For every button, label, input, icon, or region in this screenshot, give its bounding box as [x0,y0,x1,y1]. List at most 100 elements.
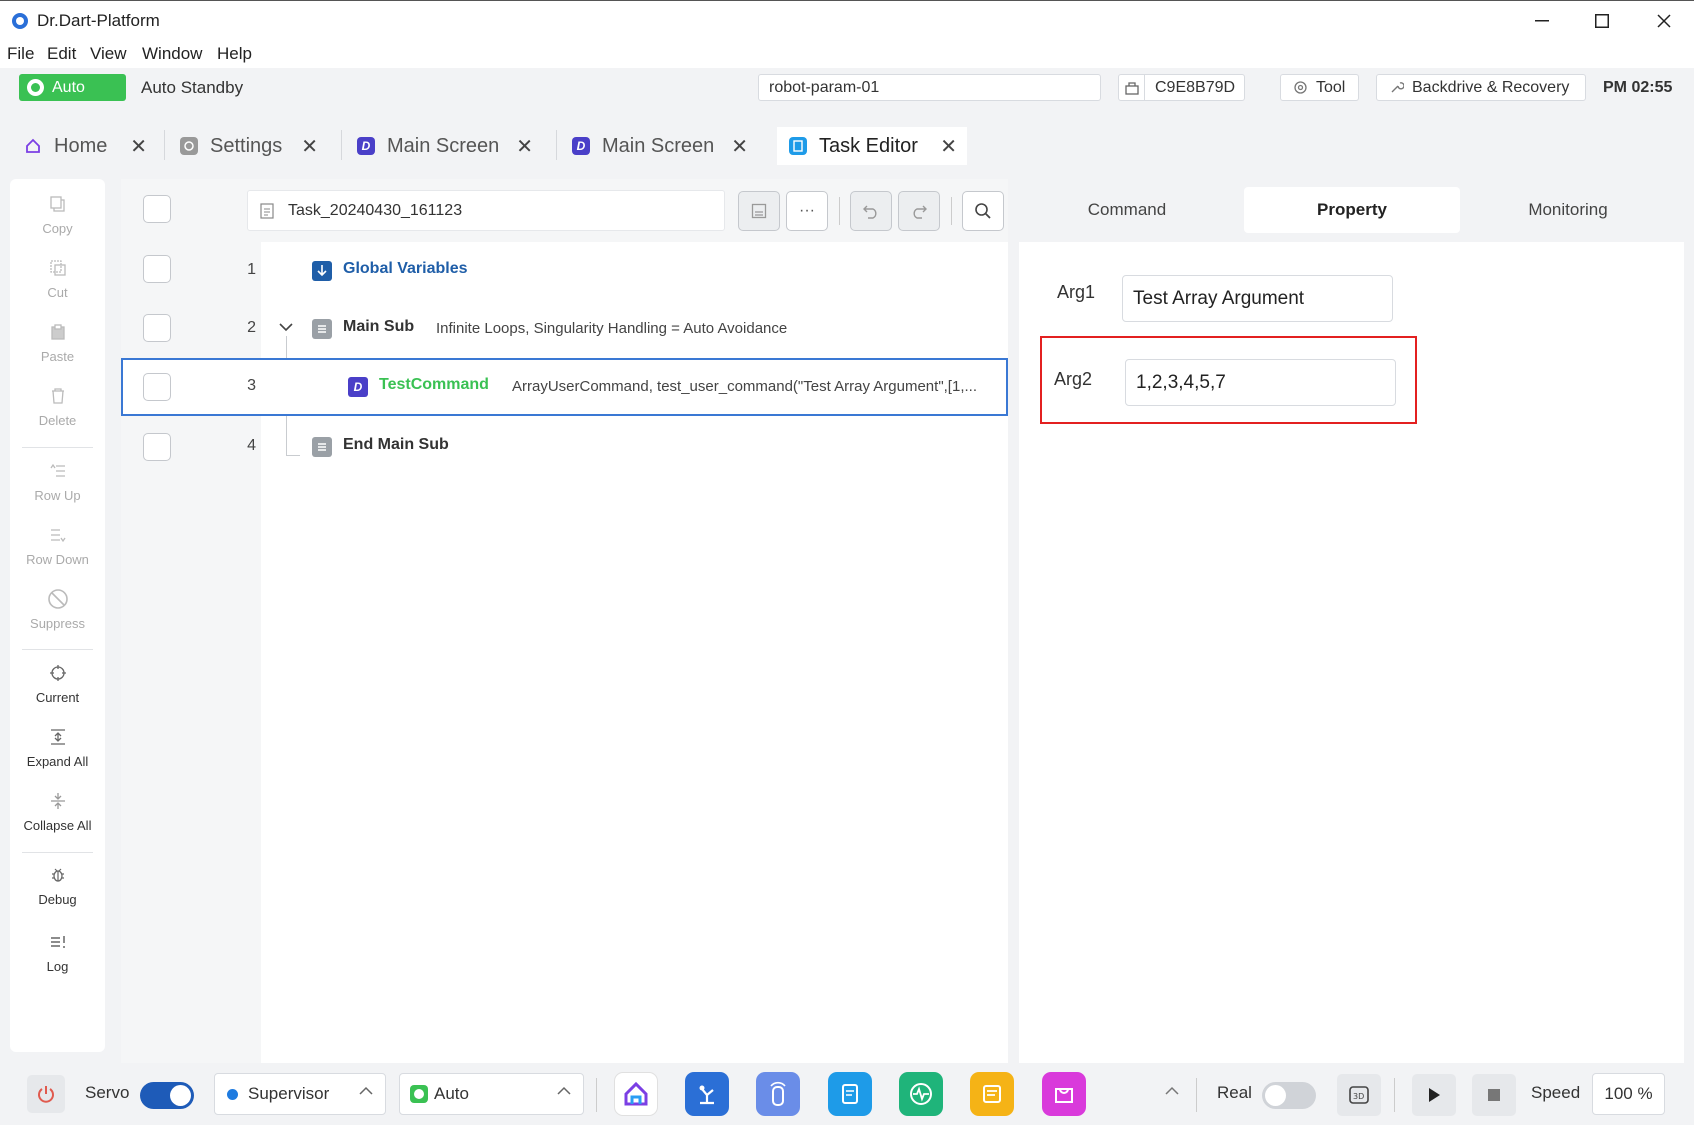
monitoring-app-icon[interactable] [899,1072,943,1116]
servo-toggle[interactable] [140,1082,194,1109]
paste-tool[interactable]: Paste [10,321,105,364]
delete-tool[interactable]: Delete [10,385,105,428]
toggle-knob [170,1085,191,1106]
remote-app-icon[interactable] [756,1072,800,1116]
mode-badge-label: Auto [52,78,85,96]
row-description: Infinite Loops, Singularity Handling = A… [436,320,788,337]
undo-button[interactable] [850,191,892,231]
more-options-button[interactable]: ··· [786,191,828,231]
cut-icon [47,257,69,279]
stop-button[interactable] [1472,1074,1516,1116]
row-label: Global Variables [343,260,468,277]
close-tab-icon[interactable]: ✕ [940,134,957,159]
real-toggle[interactable] [1262,1082,1316,1109]
search-button[interactable] [962,191,1004,231]
row-number: 2 [247,319,256,336]
row-checkbox[interactable] [143,433,171,461]
collapse-all-tool[interactable]: Collapse All [10,790,105,833]
minimize-button[interactable] [1520,7,1564,35]
edit-toolbar: Copy Cut Paste Delete Row Up Row Down Su… [10,179,105,1052]
copy-icon [47,193,69,215]
collapse-icon [47,790,69,812]
maximize-button[interactable] [1580,7,1624,35]
tab-label: Home [54,134,108,157]
save-button[interactable] [738,191,780,231]
robot-param-field[interactable]: robot-param-01 [758,74,1101,101]
task-editor-app-icon[interactable] [828,1072,872,1116]
task-row[interactable]: 2 Main Sub Infinite Loops, Singularity H… [121,300,1008,358]
cut-tool[interactable]: Cut [10,257,105,300]
log-tool[interactable]: Log [10,931,105,974]
row-label: End Main Sub [343,436,449,453]
backdrive-recovery-button[interactable]: Backdrive & Recovery [1376,74,1586,101]
menu-edit[interactable]: Edit [47,44,76,64]
task-row-selected[interactable]: 3 D TestCommand ArrayUserCommand, test_u… [121,358,1008,416]
tab-main-screen-2[interactable]: D Main Screen ✕ [560,127,758,165]
list-icon [312,437,332,457]
chevron-down-icon[interactable] [279,322,293,332]
menu-file[interactable]: File [7,44,34,64]
home-app-icon[interactable] [614,1072,658,1116]
row-checkbox[interactable] [143,314,171,342]
close-tab-icon[interactable]: ✕ [731,134,748,159]
speed-input[interactable]: 100 % [1592,1073,1665,1115]
row-down-tool[interactable]: Row Down [10,524,105,567]
menu-help[interactable]: Help [217,44,252,64]
menu-bar: File Edit View Window Help [0,40,1694,68]
close-tab-icon[interactable]: ✕ [301,134,318,159]
copy-tool[interactable]: Copy [10,193,105,236]
tab-main-screen-1[interactable]: D Main Screen ✕ [345,127,543,165]
debug-tool[interactable]: Debug [10,864,105,907]
menu-view[interactable]: View [90,44,127,64]
close-tab-icon[interactable]: ✕ [516,134,533,159]
suppress-tool[interactable]: Suppress [10,588,105,631]
task-name: Task_20240430_161123 [288,201,463,219]
chevron-up-icon [359,1086,373,1096]
search-icon [974,202,992,220]
user-level-dropdown[interactable]: Supervisor [214,1073,386,1115]
task-editor-pane: Task_20240430_161123 ··· 1 Global Variab… [121,179,1008,1063]
current-tool[interactable]: Current [10,662,105,705]
select-all-checkbox[interactable] [143,195,171,223]
store-app-icon[interactable] [1042,1072,1086,1116]
device-id-box[interactable]: C9E8B79D [1118,74,1245,101]
status-bar: Auto Auto Standby robot-param-01 C9E8B79… [0,68,1694,108]
arg1-input[interactable]: Test Array Argument [1122,275,1393,322]
speed-label: Speed [1531,1083,1581,1102]
device-id: C9E8B79D [1155,78,1236,96]
close-tab-icon[interactable]: ✕ [130,134,147,159]
redo-button[interactable] [898,191,940,231]
menu-window[interactable]: Window [142,44,202,64]
bottom-bar: Servo Supervisor Auto Real 3D Speed 100 … [0,1063,1694,1125]
tab-monitoring[interactable]: Monitoring [1460,187,1676,233]
expand-all-tool[interactable]: Expand All [10,726,105,769]
power-button[interactable] [27,1075,65,1113]
row-checkbox[interactable] [143,373,171,401]
tab-task-editor[interactable]: Task Editor ✕ [777,127,967,165]
more-icon: ··· [799,202,815,219]
task-name-field[interactable]: Task_20240430_161123 [247,190,725,231]
view-3d-button[interactable]: 3D [1337,1074,1381,1116]
close-window-button[interactable] [1642,7,1686,35]
status-dot-icon [227,1088,238,1100]
notes-app-icon[interactable] [970,1072,1014,1116]
robot-arm-app-icon[interactable] [685,1072,729,1116]
row-up-tool[interactable]: Row Up [10,460,105,503]
chevron-up-icon[interactable] [1165,1086,1179,1096]
tab-command[interactable]: Command [1019,187,1235,233]
tab-settings[interactable]: Settings ✕ [168,127,328,165]
tool-button[interactable]: Tool [1280,74,1359,101]
mode-dropdown[interactable]: Auto [399,1073,584,1115]
tab-label: Task Editor [819,134,918,157]
tab-label: Main Screen [387,134,500,157]
dart-icon: D [572,137,590,155]
task-editor-icon [789,137,807,155]
tab-property[interactable]: Property [1244,187,1460,233]
row-checkbox[interactable] [143,255,171,283]
task-row[interactable]: 1 Global Variables [121,242,1008,300]
svg-text:3D: 3D [1353,1092,1364,1101]
play-button[interactable] [1412,1074,1456,1116]
tab-home[interactable]: Home ✕ [12,127,157,165]
panel-tabs: Command Property Monitoring [1019,179,1684,242]
task-row[interactable]: 4 End Main Sub [121,418,1008,476]
